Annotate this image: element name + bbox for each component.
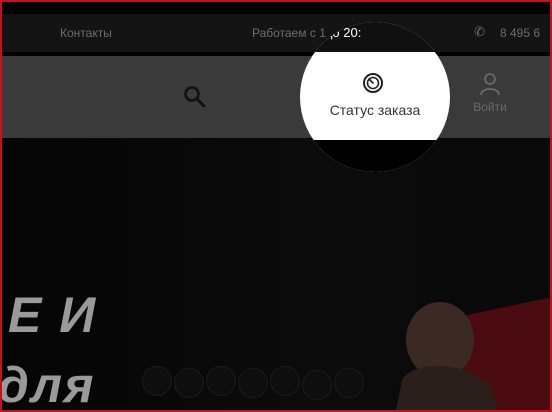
- user-icon: [480, 73, 500, 96]
- clock-icon[interactable]: [362, 72, 384, 94]
- hero-banner: Е И для: [2, 138, 550, 410]
- phone-number[interactable]: 8 495 6: [500, 26, 540, 40]
- hero-heading-line-2: для: [2, 357, 96, 410]
- spotlight-topbar-part: 0 до 20:: [300, 22, 450, 52]
- order-status-button[interactable]: Статус заказа: [300, 102, 450, 118]
- working-hours-highlighted: 0 до 20:: [314, 25, 362, 40]
- login-label: Войти: [473, 100, 507, 114]
- hero-person: [396, 302, 497, 410]
- hero-heading-line-1: Е И: [8, 287, 98, 343]
- search-icon[interactable]: [182, 84, 208, 110]
- top-info-bar: Контакты Работаем с 1 ✆ 8 495 6: [2, 14, 550, 52]
- login-button[interactable]: Войти: [468, 72, 512, 122]
- phone-icon: ✆: [474, 24, 485, 39]
- nav-link-contacts[interactable]: Контакты: [60, 26, 112, 40]
- status-spotlight: 0 до 20: Статус заказа: [300, 22, 450, 172]
- spotlight-hero-part: [300, 140, 450, 172]
